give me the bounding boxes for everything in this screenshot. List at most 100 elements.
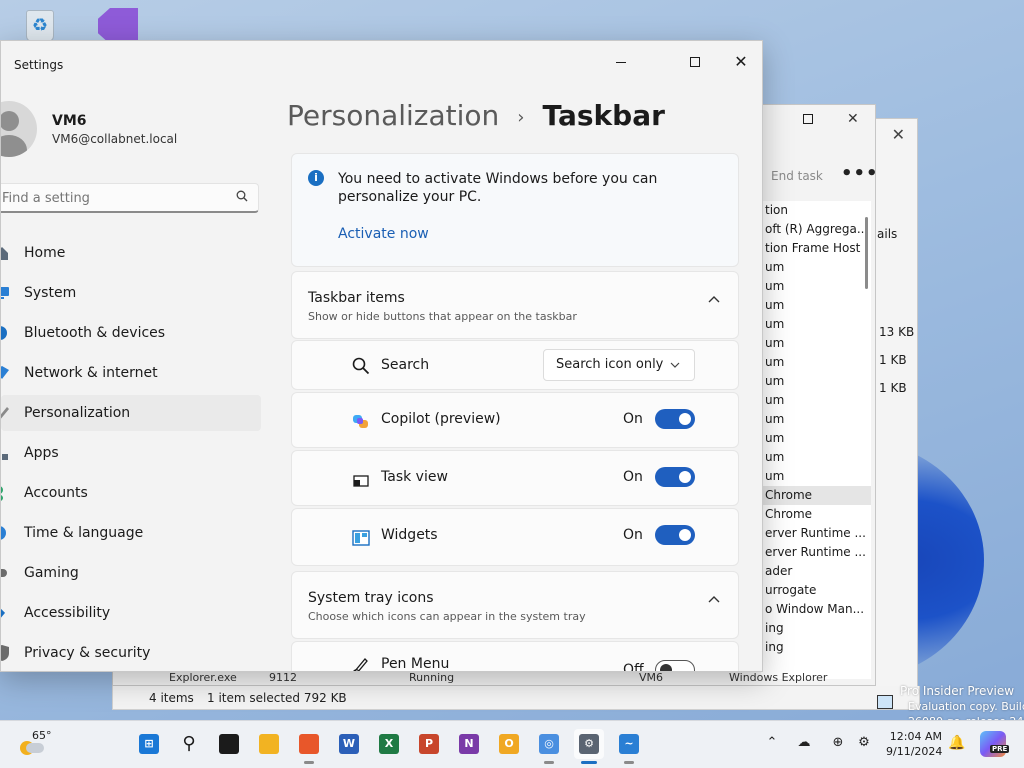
taskbar-outlook-icon[interactable]: O [494,729,524,759]
taskbar-settings-icon[interactable]: ⚙ [574,729,604,759]
table-row[interactable]: ing [761,619,871,638]
table-row[interactable]: um [761,296,871,315]
close-icon[interactable]: ✕ [847,111,859,127]
network-icon[interactable]: ⚙ [854,735,874,755]
more-options-icon[interactable]: ••• [841,163,879,184]
table-row[interactable]: ader [761,562,871,581]
table-row[interactable]: Chrome [761,486,871,505]
user-email: VM6@collabnet.local [52,132,178,146]
tiles-view-icon[interactable] [877,695,893,709]
table-row[interactable]: um [761,467,871,486]
sidebar-item-privacy-security[interactable]: Privacy & security [1,635,261,671]
maximize-icon[interactable] [803,111,813,127]
taskbar-task-manager-icon[interactable]: ~ [614,729,644,759]
visual-studio-icon[interactable] [92,4,138,44]
sidebar-item-apps[interactable]: Apps [1,435,261,471]
home-icon [1,247,8,260]
table-row[interactable]: urrogate [761,581,871,600]
globe-icon[interactable]: ⊕ [828,735,848,755]
taskbar-items-header[interactable]: Taskbar items Show or hide buttons that … [291,271,739,339]
chevron-up-icon[interactable] [708,294,720,306]
maximize-button[interactable] [675,47,715,77]
table-row[interactable]: tion [761,201,871,220]
running-indicator [304,761,314,764]
cloud-off-icon[interactable]: ☁ [794,735,814,755]
chevron-up-icon[interactable]: ⌃ [762,735,782,755]
search-input[interactable] [1,184,226,212]
table-row[interactable]: um [761,258,871,277]
table-row[interactable]: um [761,353,871,372]
scrollbar[interactable] [865,217,868,289]
process-list[interactable]: tion oft (R) Aggrega... tion Frame Host um u… [761,201,871,679]
sidebar-item-personalization[interactable]: Personalization [1,395,261,431]
table-row[interactable]: um [761,277,871,296]
minimize-button[interactable] [601,47,641,77]
copilot-toggle[interactable] [655,409,695,429]
search-setting-row: Search Search icon only [291,340,739,390]
table-row[interactable]: um [761,448,871,467]
system-tray-header[interactable]: System tray icons Choose which icons can… [291,571,739,639]
sidebar-item-label: Privacy & security [24,645,151,661]
size-value: 13 KB [879,325,915,339]
taskbar-file-explorer-icon[interactable] [254,729,284,759]
selection-info: 1 item selected 792 KB [207,691,347,705]
file-explorer-glyph [259,734,279,754]
sidebar-item-bluetooth-devices[interactable]: Bluetooth & devices [1,315,261,351]
sidebar-item-accounts[interactable]: Accounts [1,475,261,511]
table-row[interactable]: o Window Man... [761,600,871,619]
taskbar-start-icon[interactable]: ⊞ [134,729,164,759]
taskbar-chrome-icon[interactable]: ◎ [534,729,564,759]
table-row[interactable]: um [761,410,871,429]
table-row[interactable]: oft (R) Aggrega... [761,220,871,239]
table-row[interactable]: ing [761,638,871,657]
sidebar-item-label: Time & language [24,525,144,541]
chevron-down-icon [670,362,680,368]
widgets-toggle[interactable] [655,525,695,545]
page-title: Taskbar [542,99,665,132]
sidebar-item-label: Bluetooth & devices [24,325,166,341]
sidebar-item-system[interactable]: System [1,275,261,311]
table-row[interactable]: tion Frame Host [761,239,871,258]
taskbar-powerpoint-icon[interactable]: P [414,729,444,759]
table-row[interactable]: um [761,315,871,334]
sidebar-item-time-language[interactable]: Time & language [1,515,261,551]
sidebar-item-network-internet[interactable]: Network & internet [1,355,261,391]
task-view-toggle[interactable] [655,467,695,487]
search-mode-dropdown[interactable]: Search icon only [543,349,695,381]
breadcrumb-parent[interactable]: Personalization [287,99,499,132]
sidebar-item-home[interactable]: Home [1,235,261,271]
recycle-bin-icon[interactable] [18,4,62,44]
table-row[interactable]: Chrome [761,505,871,524]
search-icon [352,357,370,375]
sidebar-item-accessibility[interactable]: Accessibility [1,595,261,631]
close-icon[interactable]: ✕ [892,125,905,144]
taskbar-search-icon[interactable]: ⚲ [174,729,204,759]
taskbar-excel-icon[interactable]: X [374,729,404,759]
weather-widget[interactable]: 65° [18,729,58,761]
process-name: Explorer.exe [169,671,237,684]
activate-now-link[interactable]: Activate now [338,226,429,242]
table-row[interactable]: um [761,391,871,410]
setting-search[interactable] [1,183,259,213]
clock[interactable]: 12:04 AM 9/11/2024 [886,729,942,759]
table-row[interactable]: erver Runtime ... [761,543,871,562]
taskbar-word-icon[interactable]: W [334,729,364,759]
table-row[interactable]: um [761,334,871,353]
sidebar-item-gaming[interactable]: Gaming [1,555,261,591]
taskbar-firefox-icon[interactable] [294,729,324,759]
table-row[interactable]: erver Runtime ... [761,524,871,543]
table-row[interactable]: um [761,429,871,448]
chevron-up-icon[interactable] [708,594,720,606]
avatar[interactable] [1,101,37,157]
table-row[interactable]: um [761,372,871,391]
close-button[interactable]: ✕ [721,47,761,77]
copilot-icon[interactable]: PRE [980,731,1010,757]
running-indicator [544,761,554,764]
bell-icon[interactable]: 🔔 [948,735,965,751]
process-status: Running [409,671,455,684]
taskbar-task-view-icon[interactable] [214,729,244,759]
pen-menu-toggle[interactable] [655,660,695,671]
taskbar-onenote-icon[interactable]: N [454,729,484,759]
pen-menu-setting-row: Pen Menu Off [291,641,739,671]
end-task-button[interactable]: End task [771,169,823,183]
